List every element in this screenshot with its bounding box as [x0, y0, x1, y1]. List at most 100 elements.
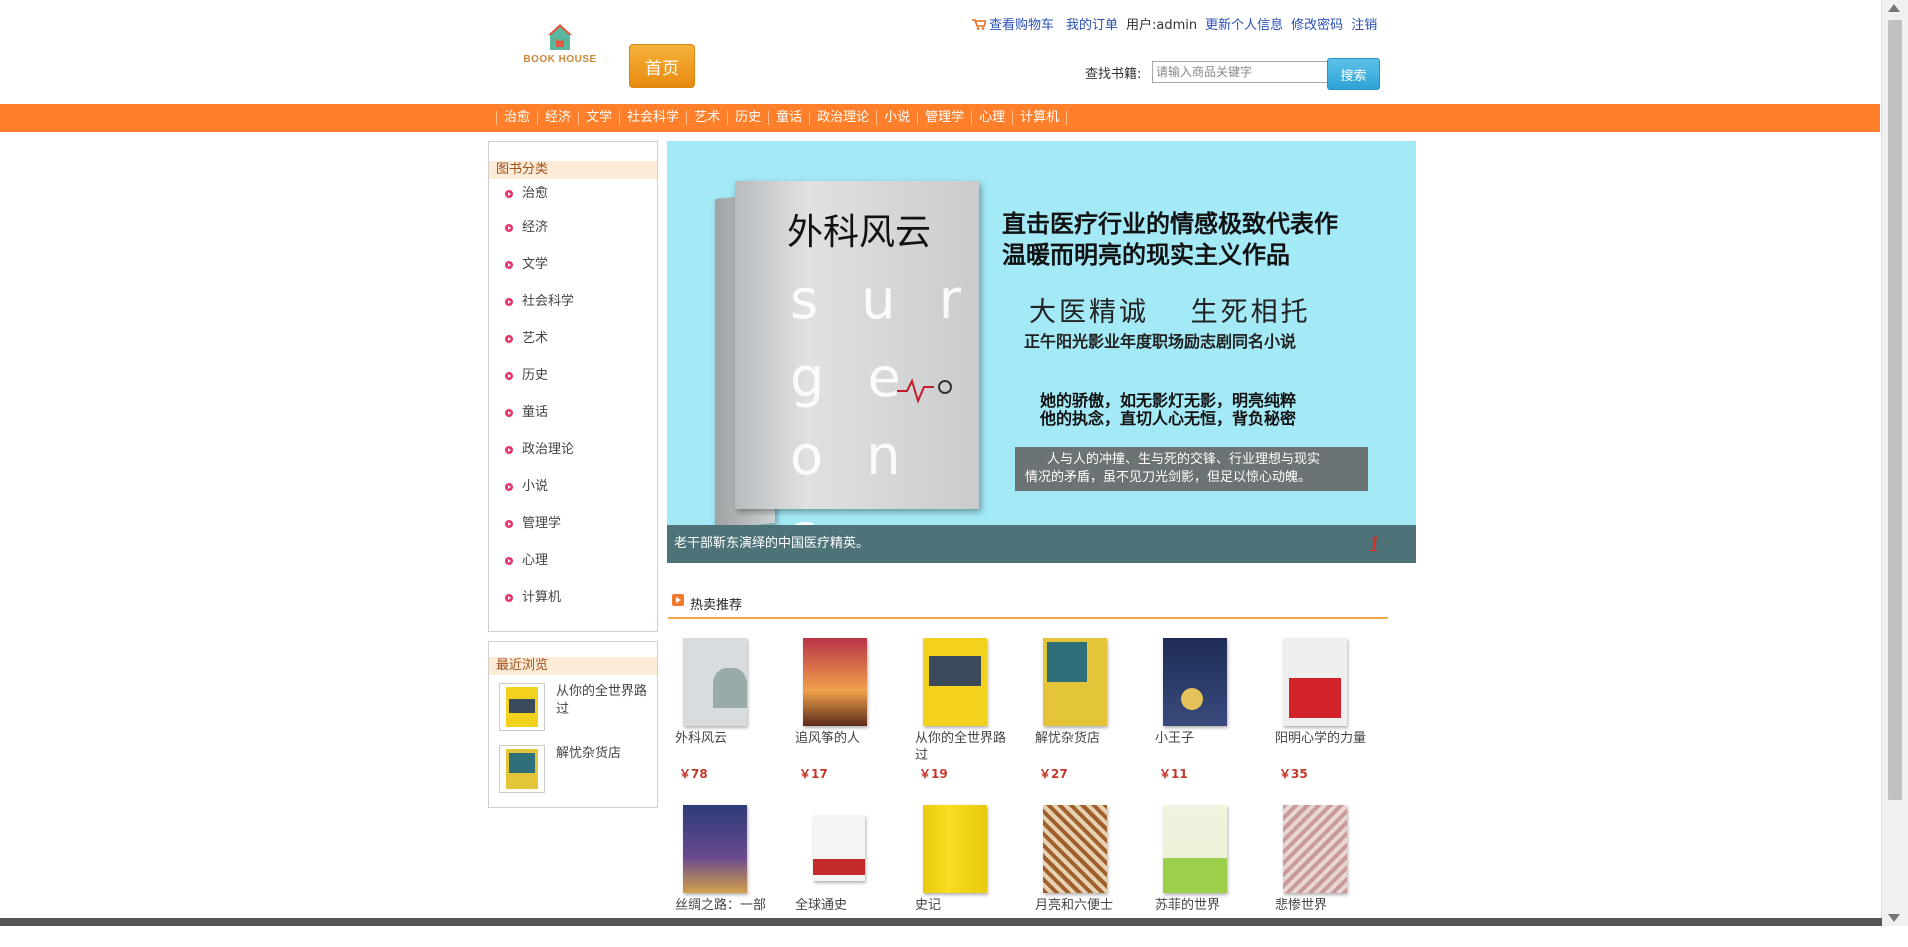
product-cover[interactable]: [1043, 805, 1107, 893]
product-name[interactable]: 阳明心学的力量: [1275, 730, 1370, 747]
product-card[interactable]: 追风筝的人 ￥17: [788, 630, 890, 781]
banner-headline: 直击医疗行业的情感极致代表作 温暖而明亮的现实主义作品: [1002, 208, 1338, 270]
bullet-arrow-icon: [505, 594, 513, 602]
search-input[interactable]: [1152, 61, 1328, 83]
slide-indicator[interactable]: 1: [1368, 525, 1381, 563]
nav-item[interactable]: 计算机: [1012, 111, 1068, 125]
product-cover[interactable]: [683, 805, 747, 893]
change-password-link[interactable]: 修改密码: [1291, 14, 1343, 33]
sidebar-category-item[interactable]: 小说: [489, 468, 657, 505]
product-cover[interactable]: [803, 638, 867, 726]
site-logo[interactable]: BOOK HOUSE: [520, 22, 600, 72]
product-card[interactable]: 阳明心学的力量 ￥35: [1268, 630, 1370, 781]
banner-quotes: 她的骄傲，如无影灯无影，明亮纯粹 他的执念，直切人心无恒，背负秘密: [1040, 392, 1296, 428]
product-cover[interactable]: [1163, 805, 1227, 893]
product-name[interactable]: 丝绸之路：一部: [675, 897, 770, 914]
nav-item[interactable]: 小说: [876, 111, 917, 125]
sidebar-category-item[interactable]: 政治理论: [489, 431, 657, 468]
search-label: 查找书籍:: [1085, 67, 1142, 82]
cart-link[interactable]: 查看购物车: [972, 14, 1054, 33]
sidebar-category-item[interactable]: 艺术: [489, 320, 657, 357]
nav-item[interactable]: 经济: [537, 111, 578, 125]
recent-item[interactable]: 从你的全世界路过: [489, 675, 657, 737]
banner-cover-letters: s u r g e o n s: [790, 268, 967, 563]
banner-headline-line: 直击医疗行业的情感极致代表作: [1002, 209, 1338, 238]
banner-tagline: 大医精诚 生死相托: [1029, 297, 1311, 328]
product-cover[interactable]: [1043, 638, 1107, 726]
nav-item[interactable]: 历史: [727, 111, 768, 125]
product-card[interactable]: 外科风云 ￥78: [668, 630, 770, 781]
product-cover[interactable]: [683, 638, 747, 726]
recent-book-title[interactable]: 从你的全世界路过: [556, 683, 651, 719]
product-card[interactable]: 解忧杂货店 ￥27: [1028, 630, 1130, 781]
sidebar-category-item[interactable]: 历史: [489, 357, 657, 394]
product-name[interactable]: 小王子: [1155, 730, 1250, 747]
bullet-arrow-icon: [505, 261, 513, 269]
update-info-link[interactable]: 更新个人信息: [1205, 14, 1283, 33]
sidebar-category-item[interactable]: 计算机: [489, 579, 657, 616]
sidebar-category-item[interactable]: 治愈: [489, 179, 657, 209]
nav-item[interactable]: 童话: [768, 111, 809, 125]
bullet-arrow-icon: [505, 190, 513, 198]
sidebar-category-item[interactable]: 经济: [489, 209, 657, 246]
product-name[interactable]: 月亮和六便士: [1035, 897, 1130, 914]
product-card[interactable]: 小王子 ￥11: [1148, 630, 1250, 781]
product-name[interactable]: 外科风云: [675, 730, 770, 747]
nav-item[interactable]: 管理学: [917, 111, 971, 125]
sidebar-category-item[interactable]: 童话: [489, 394, 657, 431]
product-cover[interactable]: [923, 638, 987, 726]
banner-quote-line: 她的骄傲，如无影灯无影，明亮纯粹: [1040, 391, 1297, 410]
logo-text: BOOK HOUSE: [523, 54, 597, 65]
product-name[interactable]: 从你的全世界路过: [915, 730, 1010, 764]
recent-sidebar-title: 最近浏览: [489, 657, 657, 675]
product-name[interactable]: 全球通史: [795, 897, 890, 914]
category-label: 计算机: [522, 590, 562, 605]
nav-item[interactable]: 治愈: [496, 111, 537, 125]
house-logo-icon: [548, 24, 572, 50]
product-cover[interactable]: [1163, 638, 1227, 726]
scroll-up-icon[interactable]: [1888, 4, 1900, 12]
nav-item[interactable]: 心理: [971, 111, 1012, 125]
bullet-arrow-icon: [505, 224, 513, 232]
nav-item[interactable]: 文学: [578, 111, 619, 125]
product-cover[interactable]: [1283, 638, 1347, 726]
product-card[interactable]: 从你的全世界路过 ￥19: [908, 630, 1010, 781]
cover-art: [509, 699, 535, 713]
sidebar-category-item[interactable]: 心理: [489, 542, 657, 579]
scrollbar-thumb[interactable]: [1888, 20, 1902, 800]
orders-link[interactable]: 我的订单: [1066, 14, 1118, 33]
product-cover[interactable]: [1283, 805, 1347, 893]
nav-item[interactable]: 社会科学: [619, 111, 686, 125]
product-cover[interactable]: [923, 805, 987, 893]
bullet-arrow-icon: [505, 483, 513, 491]
vertical-scrollbar[interactable]: [1881, 0, 1908, 926]
product-cover[interactable]: [813, 815, 865, 881]
bullet-arrow-icon: [505, 372, 513, 380]
search-button[interactable]: 搜索: [1327, 58, 1380, 90]
product-name[interactable]: 史记: [915, 897, 1010, 914]
home-button[interactable]: 首页: [629, 44, 695, 88]
sidebar-category-item[interactable]: 管理学: [489, 505, 657, 542]
banner-summary-line: 人与人的冲撞、生与死的交锋、行业理想与现实: [1047, 452, 1321, 467]
recent-item[interactable]: 解忧杂货店: [489, 737, 657, 799]
product-name[interactable]: 追风筝的人: [795, 730, 890, 747]
sidebar-category-item[interactable]: 文学: [489, 246, 657, 283]
product-name[interactable]: 苏菲的世界: [1155, 897, 1250, 914]
category-label: 文学: [522, 257, 549, 272]
bullet-arrow-icon: [505, 520, 513, 528]
recent-book-thumbnail[interactable]: [499, 683, 545, 731]
sidebar-category-item[interactable]: 社会科学: [489, 283, 657, 320]
hot-section-title: 热卖推荐: [690, 598, 743, 613]
category-label: 心理: [522, 553, 549, 568]
promo-banner[interactable]: 外科风云 s u r g e o n s 直击医疗行业的情感极致代表作 温暖而明…: [667, 141, 1416, 563]
nav-item[interactable]: 政治理论: [809, 111, 876, 125]
logout-link[interactable]: 注销: [1351, 14, 1377, 33]
cover-planet: [1181, 688, 1203, 710]
nav-item[interactable]: 艺术: [686, 111, 727, 125]
product-name[interactable]: 悲惨世界: [1275, 897, 1370, 914]
recent-book-thumbnail[interactable]: [499, 745, 545, 793]
product-name[interactable]: 解忧杂货店: [1035, 730, 1130, 747]
recent-book-title[interactable]: 解忧杂货店: [556, 745, 651, 763]
category-label: 管理学: [522, 516, 562, 531]
scroll-down-icon[interactable]: [1888, 914, 1900, 922]
